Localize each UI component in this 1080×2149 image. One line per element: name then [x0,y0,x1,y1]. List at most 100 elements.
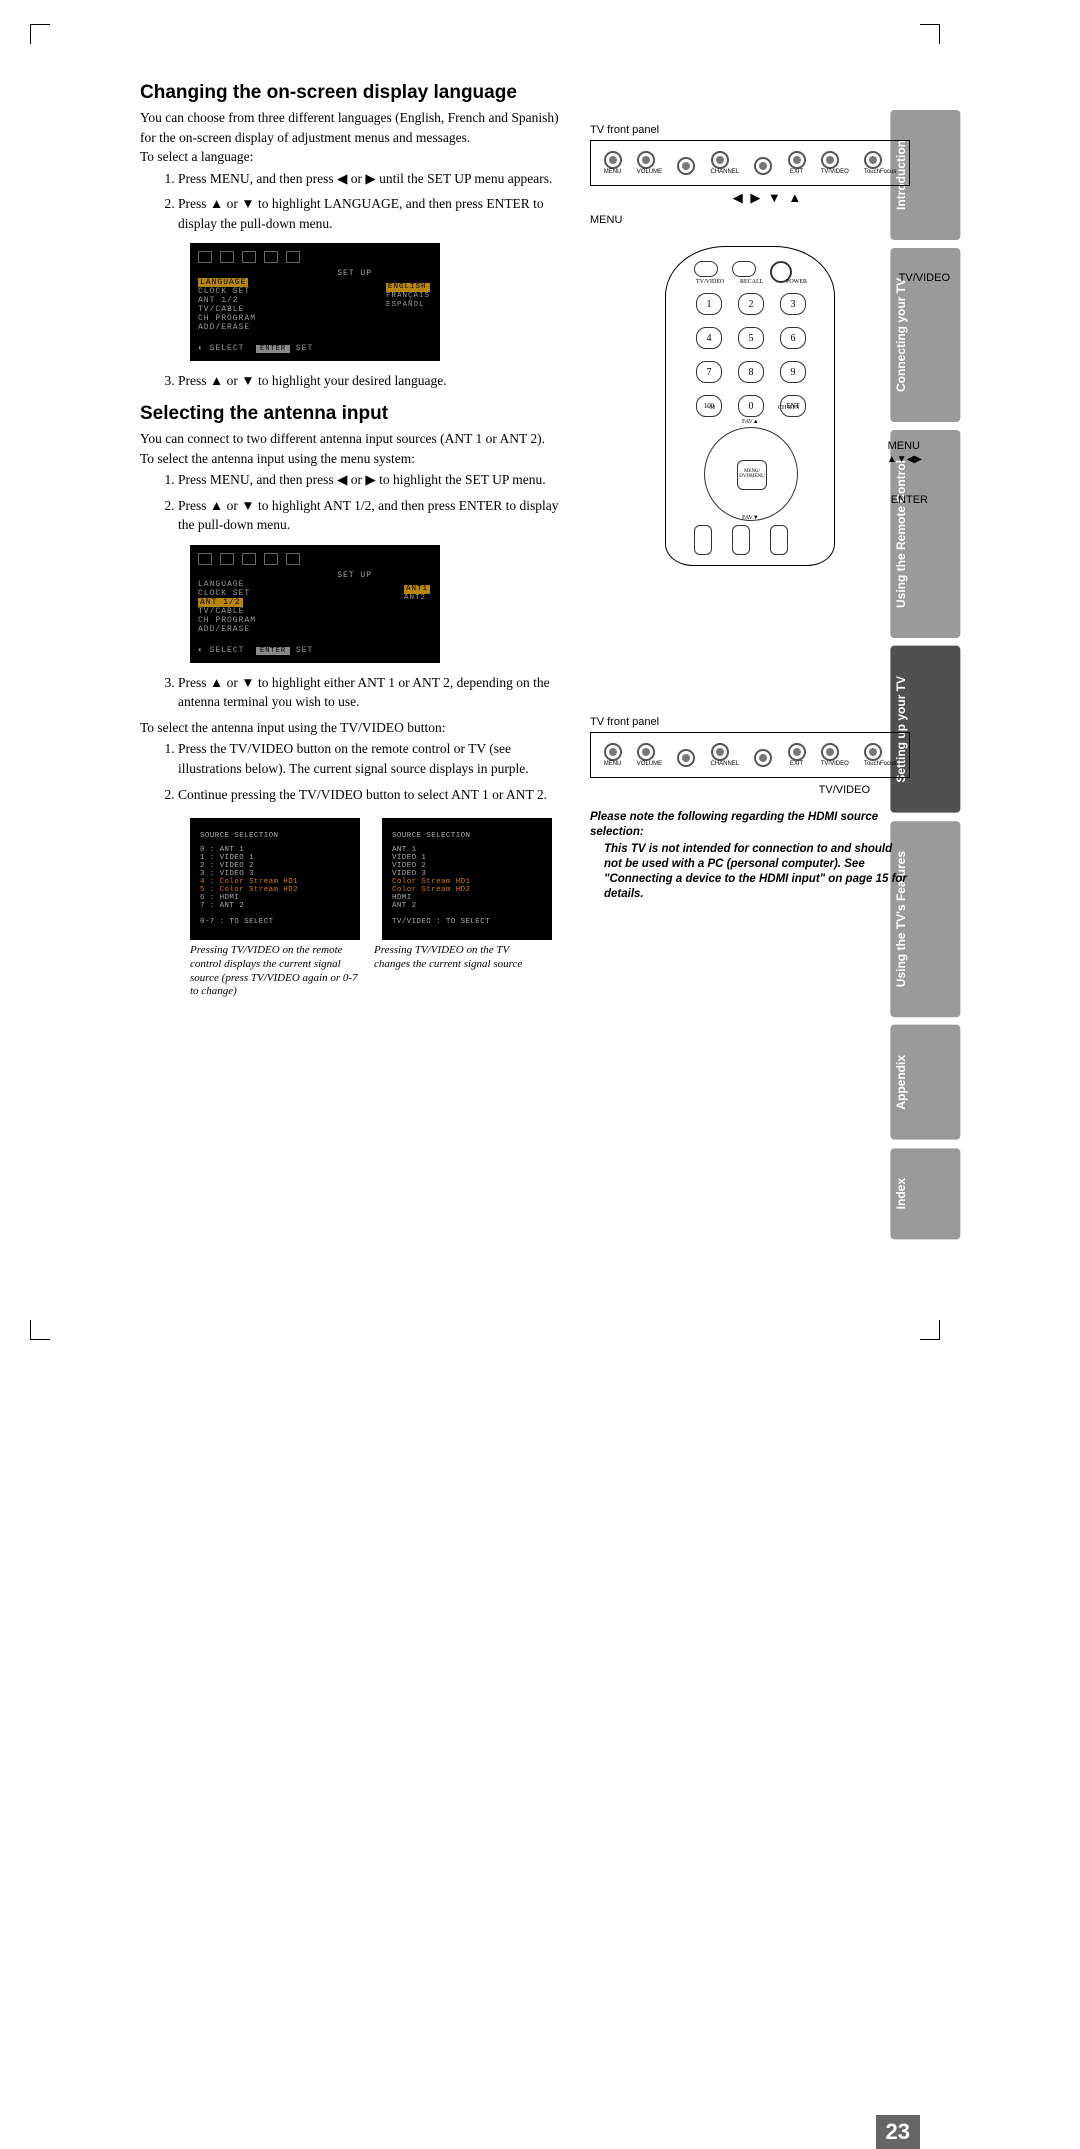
fp-btn [754,749,772,767]
src-line: HDMI [392,894,542,902]
left-column: Changing the on-screen display language … [140,82,570,999]
fp-btn [711,743,729,761]
front-panel-1: TV front panel MENU VOLUME CHANNEL EXIT … [590,124,910,226]
src-line: 1 : VIDEO 1 [200,854,350,862]
src-foot: 0-7 : TO SELECT [200,918,350,926]
step: Press MENU, and then press ◀ or ▶ until … [178,169,570,189]
osd-antenna: SET UP LANGUAGE CLOCK SET ANT 1/2 TV/CAB… [190,545,440,663]
osd-title: SET UP [198,269,372,278]
src-line: 4 : Color Stream HD1 [200,878,350,886]
fp-btn [788,743,806,761]
fp-sub: TouchFocus [864,761,896,767]
step: Press ▲ or ▼ to highlight LANGUAGE, and … [178,194,570,233]
heading2: Selecting the antenna input [140,403,570,425]
src-line: 2 : VIDEO 2 [200,862,350,870]
src-line: 7 : ANT 2 [200,902,350,910]
fp-sub: TV/VIDEO [821,761,849,767]
src-line: 5 : Color Stream HD2 [200,886,350,894]
tab: Index [890,1148,960,1239]
src-title: SOURCE SELECTION [392,832,542,840]
fp-label: TV front panel [590,716,910,728]
osd-item: CH PROGRAM [198,616,432,625]
src-foot: TV/VIDEO : TO SELECT [392,918,542,926]
step: Press the TV/VIDEO button on the remote … [178,739,570,778]
src-line: VIDEO 3 [392,870,542,878]
tvvideo-label: TV/VIDEO [590,784,870,796]
fp-btn-exit [788,151,806,169]
osd-footer: SET [296,344,313,353]
hdmi-note: Please note the following regarding the … [590,810,910,902]
src-line: Color Stream HD1 [392,878,542,886]
para: You can connect to two different antenna… [140,429,570,449]
fp-sub: EXIT [788,761,806,767]
osd-item: ADD/ERASE [198,323,432,332]
src-line: VIDEO 1 [392,854,542,862]
fp-btn [864,743,882,761]
osd-language: SET UP LANGUAGE CLOCK SET ANT 1/2 TV/CAB… [190,243,440,361]
para: To select a language: [140,147,570,167]
osd-item: LANGUAGE [198,580,432,589]
step: Press ▲ or ▼ to highlight ANT 1/2, and t… [178,496,570,535]
osd-item: CLOCK SET [198,589,432,598]
fp-btn-vol [677,157,695,175]
arrows: ◀ ▶ ▼ ▲ [626,190,910,206]
para: You can choose from three different lang… [140,108,570,147]
osd-footer: SELECT [210,646,245,655]
fp-btn-tvvideo [821,151,839,169]
fp-sub: TouchFocus [864,169,896,175]
fp-sub: TV/VIDEO [821,169,849,175]
osd-item: TV/CABLE [198,607,432,616]
fp-sub: MENU [604,761,622,767]
fp-sub: CHANNEL [711,169,740,175]
osd-item: LANGUAGE [198,278,248,287]
src-line: 0 : ANT 1 [200,846,350,854]
fp-btn-tvvideo [821,743,839,761]
remote-label-arrows: ▲▼◀▶ [887,454,922,465]
para: To select the antenna input using the TV… [140,718,570,738]
osd-footer: ENTER [256,647,290,655]
fp-btn-ch [754,157,772,175]
osd-option: ENGLISH [386,283,430,292]
fp-label: TV front panel [590,124,910,136]
page-content: Introduction Connecting your TV Using th… [140,70,920,999]
src-line: Color Stream HD2 [392,886,542,894]
step: Continue pressing the TV/VIDEO button to… [178,785,570,805]
fp-btn [637,743,655,761]
src-line: 3 : VIDEO 3 [200,870,350,878]
para: To select the antenna input using the me… [140,449,570,469]
src-line: ANT 1 [392,846,542,854]
fp-btn [677,749,695,767]
osd-option: ESPAÑOL [386,301,430,310]
menu-label: MENU [590,214,910,226]
caption: Pressing TV/VIDEO on the TV changes the … [374,944,544,972]
step: Press MENU, and then press ◀ or ▶ to hig… [178,470,570,490]
remote-label-menu: MENU [888,440,920,452]
fp-btn-touchfocus [864,151,882,169]
tab: Appendix [890,1025,960,1140]
source-selection-tv: SOURCE SELECTION ANT 1 VIDEO 1 VIDEO 2 V… [382,818,552,940]
osd-item: ANT 1/2 [198,598,243,607]
osd-footer: SELECT [210,344,245,353]
osd-item: CH PROGRAM [198,314,432,323]
fp-btn [604,743,622,761]
note-heading: Please note the following regarding the … [590,810,910,840]
osd-title: SET UP [198,571,372,580]
fp-sub: MENU [604,169,622,175]
fp-btn-vol [637,151,655,169]
osd-option: ANT2 [404,594,430,603]
source-selection-remote: SOURCE SELECTION 0 : ANT 1 1 : VIDEO 1 2… [190,818,360,940]
step: Press ▲ or ▼ to highlight either ANT 1 o… [178,673,570,712]
front-panel-2: TV front panel MENU VOLUME CHANNEL EXIT … [590,716,910,796]
fp-sub: VOLUME [637,169,662,175]
src-title: SOURCE SELECTION [200,832,350,840]
osd-footer: ENTER [256,345,290,353]
remote-label-enter: ENTER [891,494,928,506]
src-line: VIDEO 2 [392,862,542,870]
osd-item: ADD/ERASE [198,625,432,634]
step: Press ▲ or ▼ to highlight your desired l… [178,371,570,391]
caption: Pressing TV/VIDEO on the remote control … [190,944,360,999]
src-line: 6 : HDMI [200,894,350,902]
osd-option: ANT1 [404,585,430,594]
fp-sub: EXIT [788,169,806,175]
fp-btn-ch [711,151,729,169]
